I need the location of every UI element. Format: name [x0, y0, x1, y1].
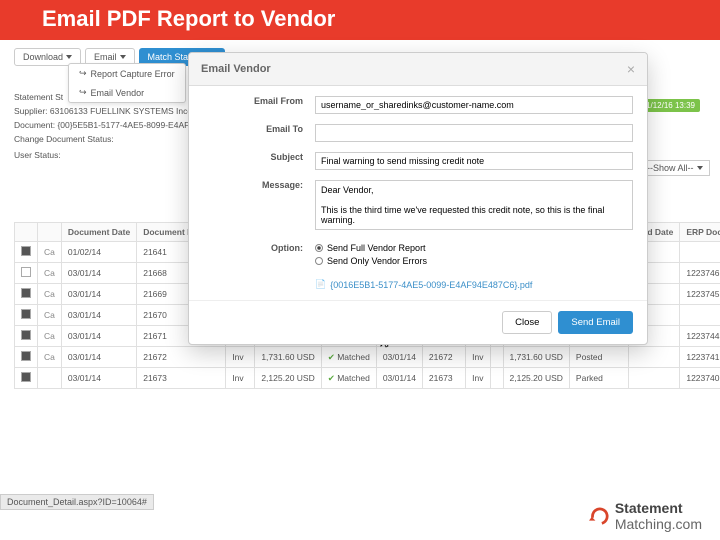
message-textarea[interactable]: [315, 180, 633, 230]
col-check: [15, 223, 38, 242]
label-from: Email From: [203, 96, 315, 106]
dropdown-report-error[interactable]: ↪Report Capture Error: [69, 64, 185, 83]
dropdown-email-vendor[interactable]: ↪Email Vendor: [69, 83, 185, 102]
cell-edoc: [680, 242, 720, 263]
cell-edoc: 1223741: [680, 347, 720, 368]
email-to-input[interactable]: [315, 124, 633, 142]
email-vendor-modal: Email Vendor × Email From Email To Subje…: [188, 52, 648, 345]
cell-date: 03/01/14: [61, 263, 136, 284]
row-checkbox[interactable]: [21, 372, 31, 382]
cell-edoc: [680, 305, 720, 326]
logo-icon: [589, 505, 611, 527]
row-checkbox[interactable]: [21, 309, 31, 319]
cell-edoc: 1223745: [680, 284, 720, 305]
attachment-link[interactable]: 📄 {0016E5B1-5177-4AE5-0099-E4AF94E487C6}…: [315, 279, 633, 290]
radio-icon: [315, 244, 323, 252]
label-subject: Subject: [203, 152, 315, 162]
status-url: Document_Detail.aspx?ID=10064#: [0, 494, 154, 510]
cell-val: 1,731.60 USD: [255, 347, 321, 368]
col-chat: [38, 223, 62, 242]
col-doc-date[interactable]: Document Date: [61, 223, 136, 242]
table-row[interactable]: Ca 03/01/14 21672 Inv 1,731.60 USD ✔ Mat…: [15, 347, 720, 368]
row-checkbox[interactable]: [21, 288, 31, 298]
modal-title: Email Vendor: [201, 63, 271, 75]
chat-icon[interactable]: Ca: [44, 268, 55, 278]
cell-date: 03/01/14: [61, 284, 136, 305]
pdf-icon: 📄: [315, 279, 326, 290]
cell-inv: Inv: [226, 368, 255, 389]
row-checkbox[interactable]: [21, 267, 31, 277]
cell-date: 03/01/14: [61, 347, 136, 368]
email-from-input[interactable]: [315, 96, 633, 114]
chat-icon[interactable]: Ca: [44, 331, 55, 341]
cell-mdate: 03/01/14: [376, 347, 422, 368]
cell-match: ✔ Matched: [321, 368, 376, 389]
cell-paid: [628, 368, 680, 389]
cell-match: ✔ Matched: [321, 347, 376, 368]
cell-paid: [628, 347, 680, 368]
table-row[interactable]: 03/01/14 21673 Inv 2,125.20 USD ✔ Matche…: [15, 368, 720, 389]
brand-logo: StatementMatching.com: [589, 500, 702, 532]
cell-erp: Parked: [569, 368, 628, 389]
reply-icon: ↪: [79, 87, 87, 98]
cell-mnum: 21673: [422, 368, 465, 389]
cell-date: 03/01/14: [61, 326, 136, 347]
option-only-errors[interactable]: Send Only Vendor Errors: [315, 256, 633, 266]
cell-edoc: 1223744: [680, 326, 720, 347]
cell-inv: Inv: [226, 347, 255, 368]
status-filter[interactable]: --Show All--: [640, 160, 710, 176]
reply-icon: ↪: [79, 68, 87, 79]
cell-docnum: 21672: [137, 347, 226, 368]
cell-date: 03/01/14: [61, 368, 136, 389]
chat-icon[interactable]: Ca: [44, 352, 55, 362]
chat-icon[interactable]: Ca: [44, 289, 55, 299]
radio-icon: [315, 257, 323, 265]
cell-docnum: 21673: [137, 368, 226, 389]
close-button[interactable]: Close: [502, 311, 552, 334]
close-icon[interactable]: ×: [627, 61, 635, 77]
cell-mdate: 03/01/14: [376, 368, 422, 389]
send-email-button[interactable]: Send Email: [558, 311, 633, 334]
row-checkbox[interactable]: [21, 351, 31, 361]
option-full-report[interactable]: Send Full Vendor Report: [315, 243, 633, 253]
cell-minv: Inv: [466, 347, 490, 368]
page-title: Email PDF Report to Vendor: [0, 0, 720, 40]
row-checkbox[interactable]: [21, 246, 31, 256]
label-message: Message:: [203, 180, 315, 190]
chat-icon[interactable]: Ca: [44, 310, 55, 320]
caret-icon: [697, 166, 703, 170]
cell-minv: Inv: [466, 368, 490, 389]
cell-date: 03/01/14: [61, 305, 136, 326]
cell-erp: Posted: [569, 347, 628, 368]
chat-icon[interactable]: Ca: [44, 247, 55, 257]
email-dropdown: ↪Report Capture Error ↪Email Vendor: [68, 63, 186, 103]
row-checkbox[interactable]: [21, 330, 31, 340]
cell-edoc: 1223740: [680, 368, 720, 389]
caret-icon: [66, 55, 72, 59]
cell-val: 2,125.20 USD: [255, 368, 321, 389]
subject-input[interactable]: [315, 152, 633, 170]
cell-edoc: 1223746: [680, 263, 720, 284]
cell-mnum: 21672: [422, 347, 465, 368]
cell-amount: 2,125.20 USD: [503, 368, 569, 389]
caret-icon: [120, 55, 126, 59]
label-to: Email To: [203, 124, 315, 134]
label-option: Option:: [203, 243, 315, 253]
col-erp-doc[interactable]: ERP Doc Number: [680, 223, 720, 242]
cell-amount: 1,731.60 USD: [503, 347, 569, 368]
cell-date: 01/02/14: [61, 242, 136, 263]
